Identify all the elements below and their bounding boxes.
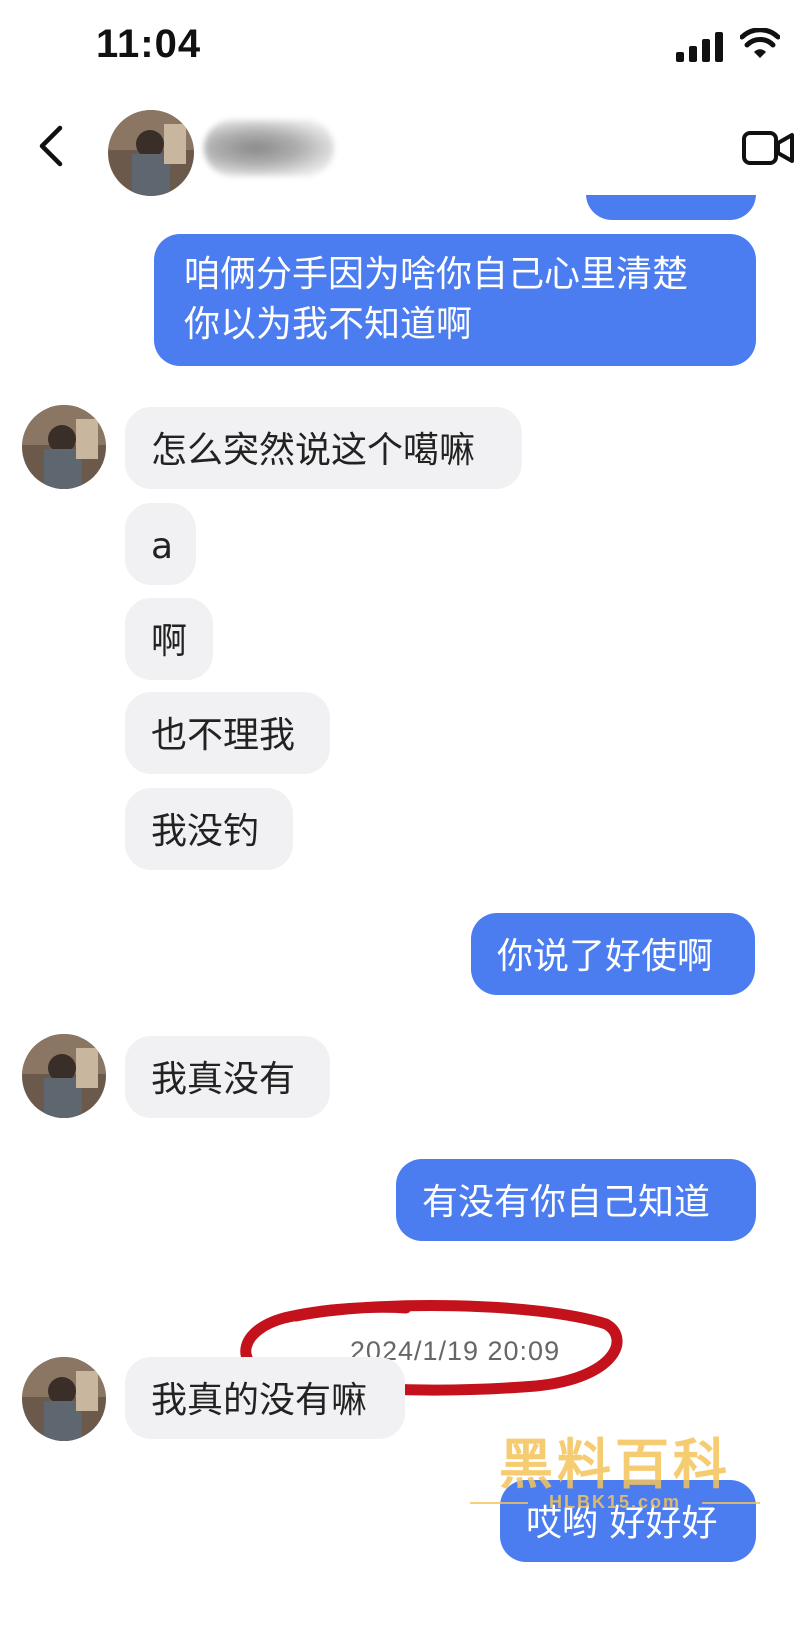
contact-avatar[interactable] — [22, 405, 106, 489]
message-bubble-incoming[interactable]: 怎么突然说这个噶嘛 — [125, 407, 522, 489]
message-bubble-incoming[interactable]: 我真没有 — [125, 1036, 330, 1118]
message-bubble-incoming[interactable]: 我真的没有嘛 — [125, 1357, 405, 1439]
contact-name-redacted — [204, 120, 334, 176]
message-bubble-incoming[interactable]: a — [125, 503, 196, 585]
chat-header — [0, 100, 800, 196]
watermark-logo: 黑料百科 — [499, 1433, 731, 1496]
message-bubble-incoming[interactable]: 啊 — [125, 598, 213, 680]
header-avatar[interactable] — [108, 110, 194, 196]
video-call-icon[interactable] — [742, 130, 794, 166]
watermark-divider-right — [702, 1502, 760, 1504]
watermark: 黑料百科 HLBK15.com — [470, 1420, 760, 1512]
message-bubble-outgoing[interactable]: 咱俩分手因为啥你自己心里清楚 你以为我不知道啊 — [154, 234, 756, 366]
message-bubble-incoming[interactable]: 我没钓 — [125, 788, 293, 870]
contact-avatar[interactable] — [22, 1034, 106, 1118]
chat-screen: 11:04 咱俩分手因为啥你自己心里清楚 你以为我不知道啊 怎么突然说这个噶嘛 … — [0, 0, 800, 1645]
message-list[interactable]: 咱俩分手因为啥你自己心里清楚 你以为我不知道啊 怎么突然说这个噶嘛 a 啊 也不… — [0, 0, 800, 1645]
message-bubble-outgoing[interactable]: 你说了好使啊 — [471, 913, 755, 995]
contact-avatar[interactable] — [22, 1357, 106, 1441]
message-bubble-incoming[interactable]: 也不理我 — [125, 692, 330, 774]
back-arrow-icon[interactable] — [36, 124, 66, 168]
message-bubble-outgoing[interactable]: 有没有你自己知道 — [396, 1159, 756, 1241]
